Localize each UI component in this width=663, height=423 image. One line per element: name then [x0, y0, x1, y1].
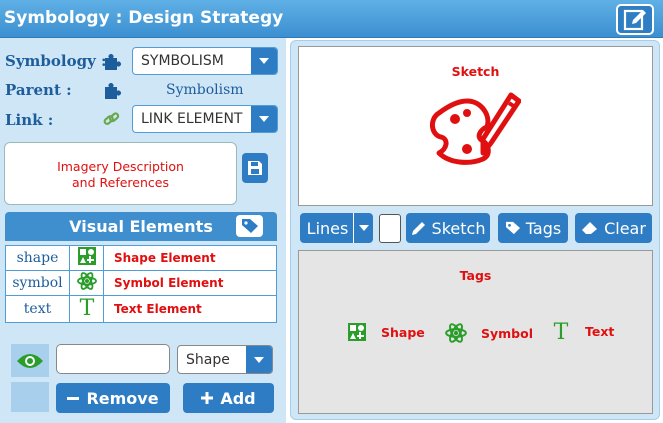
element-label: Symbol Element [103, 270, 277, 296]
sketch-button-label: Sketch [431, 218, 486, 238]
edit-icon [623, 9, 646, 30]
tags-area: Tags Shape Symbol T Text [298, 250, 653, 414]
color-swatch[interactable] [11, 382, 49, 412]
puzzle-icon [105, 83, 121, 99]
visual-elements-table: shape Shape Element symbol Symbol Elemen… [5, 245, 277, 323]
element-label: Text Element [103, 295, 277, 323]
text-t-icon: T [554, 320, 569, 344]
tag-item[interactable]: Symbol [445, 322, 533, 344]
lines-dropdown[interactable]: Lines [300, 213, 373, 243]
sketch-canvas[interactable]: Sketch [298, 46, 653, 206]
floppy-disk-icon [248, 161, 262, 175]
symbology-label: Symbology : [5, 52, 107, 70]
link-select-value: LINK ELEMENT [141, 111, 243, 127]
text-t-icon: T [79, 296, 94, 321]
shape-icon [77, 247, 96, 265]
atom-icon [445, 323, 467, 343]
parent-label: Parent : [5, 81, 72, 99]
symbology-select-value: SYMBOLISM [141, 53, 224, 69]
pencil-icon [411, 222, 425, 235]
tags-button[interactable]: Tags [498, 213, 568, 243]
element-type-select[interactable]: Shape [177, 345, 273, 374]
remove-button-label: Remove [86, 388, 159, 408]
title-bar: Symbology : Design Strategy [0, 0, 663, 38]
save-button[interactable] [242, 153, 268, 183]
eraser-icon [582, 222, 598, 234]
atom-icon [76, 272, 97, 290]
parent-value: Symbolism [166, 82, 244, 98]
minus-icon [67, 396, 80, 400]
stroke-color-swatch[interactable] [379, 214, 401, 243]
eye-icon [17, 353, 43, 368]
tag-icon [241, 219, 258, 233]
svg-text:T: T [554, 320, 569, 344]
chevron-down-icon [251, 106, 277, 132]
tags-title: Tags [459, 268, 492, 283]
visual-elements-title: Visual Elements [69, 217, 213, 236]
table-row[interactable]: text T Text Element [5, 295, 277, 323]
sketch-title: Sketch [451, 64, 500, 79]
palette-brush-icon [430, 92, 521, 165]
chevron-down-icon [246, 346, 272, 373]
tag-item[interactable]: Shape [347, 322, 425, 342]
svg-text:T: T [79, 296, 94, 318]
add-button-label: Add [220, 388, 256, 408]
tag-label: Text [585, 323, 615, 339]
symbology-select[interactable]: SYMBOLISM [132, 47, 278, 75]
plus-icon [201, 392, 214, 404]
element-type-value: Shape [186, 351, 230, 368]
chevron-down-icon [251, 48, 277, 74]
shape-icon [348, 323, 366, 341]
link-label: Link : [5, 111, 54, 129]
element-name: symbol [5, 270, 70, 296]
chevron-down-icon [353, 213, 373, 243]
tag-label: Symbol [481, 325, 533, 341]
visibility-toggle[interactable] [11, 344, 49, 377]
element-name-input[interactable] [56, 344, 170, 374]
remove-button[interactable]: Remove [56, 383, 170, 413]
edit-button[interactable] [616, 4, 654, 35]
tag-icon [505, 221, 520, 235]
clear-button-label: Clear [604, 218, 646, 238]
lines-label: Lines [306, 218, 349, 238]
tag-item[interactable]: T Text [551, 318, 615, 344]
element-label: Shape Element [103, 245, 277, 271]
tag-button[interactable] [236, 215, 263, 237]
element-name: shape [5, 245, 70, 271]
link-icon [103, 112, 120, 125]
table-row[interactable]: symbol Symbol Element [5, 270, 277, 296]
add-button[interactable]: Add [183, 383, 274, 413]
tags-button-label: Tags [525, 218, 562, 238]
sketch-button[interactable]: Sketch [406, 213, 490, 243]
clear-button[interactable]: Clear [575, 213, 652, 243]
table-row[interactable]: shape Shape Element [5, 245, 277, 271]
element-name: text [5, 295, 70, 323]
description-textarea[interactable]: Imagery Description and References [4, 142, 237, 205]
tag-label: Shape [381, 324, 425, 340]
puzzle-icon [105, 54, 121, 70]
link-select[interactable]: LINK ELEMENT [132, 105, 278, 133]
window-title: Symbology : Design Strategy [4, 8, 284, 28]
